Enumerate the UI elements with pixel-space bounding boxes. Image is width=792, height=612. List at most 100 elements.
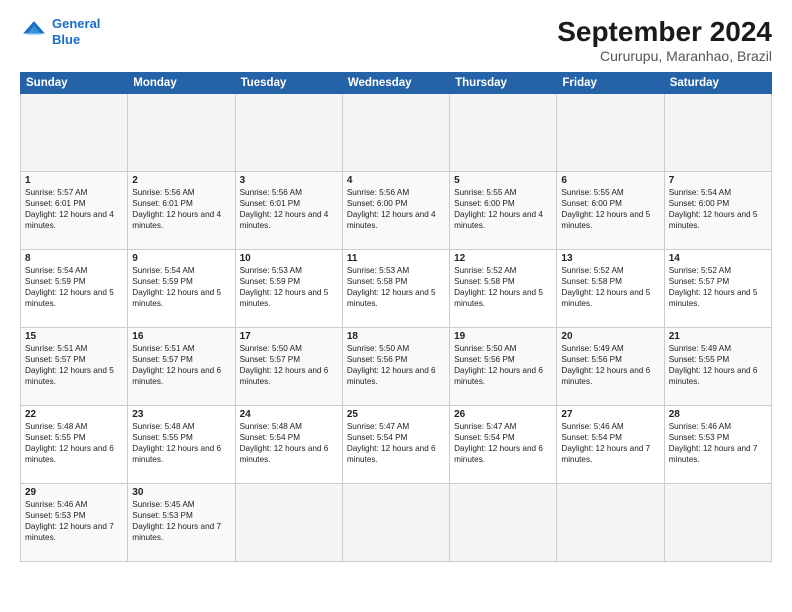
week-row-4: 22Sunrise: 5:48 AMSunset: 5:55 PMDayligh… xyxy=(21,406,772,484)
cell-details: Sunrise: 5:51 AMSunset: 5:57 PMDaylight:… xyxy=(132,343,230,387)
day-number: 15 xyxy=(25,331,123,342)
calendar-cell: 12Sunrise: 5:52 AMSunset: 5:58 PMDayligh… xyxy=(450,250,557,328)
calendar-cell: 24Sunrise: 5:48 AMSunset: 5:54 PMDayligh… xyxy=(235,406,342,484)
calendar-cell: 17Sunrise: 5:50 AMSunset: 5:57 PMDayligh… xyxy=(235,328,342,406)
cell-details: Sunrise: 5:52 AMSunset: 5:57 PMDaylight:… xyxy=(669,265,767,309)
cell-details: Sunrise: 5:55 AMSunset: 6:00 PMDaylight:… xyxy=(561,187,659,231)
day-number: 1 xyxy=(25,175,123,186)
month-title: September 2024 xyxy=(557,16,772,48)
logo-text: General Blue xyxy=(52,16,100,47)
calendar-cell: 23Sunrise: 5:48 AMSunset: 5:55 PMDayligh… xyxy=(128,406,235,484)
calendar-table: SundayMondayTuesdayWednesdayThursdayFrid… xyxy=(20,72,772,562)
day-number: 19 xyxy=(454,331,552,342)
calendar-cell: 19Sunrise: 5:50 AMSunset: 5:56 PMDayligh… xyxy=(450,328,557,406)
cell-details: Sunrise: 5:49 AMSunset: 5:55 PMDaylight:… xyxy=(669,343,767,387)
day-number: 8 xyxy=(25,253,123,264)
cell-details: Sunrise: 5:54 AMSunset: 5:59 PMDaylight:… xyxy=(25,265,123,309)
calendar-cell: 21Sunrise: 5:49 AMSunset: 5:55 PMDayligh… xyxy=(664,328,771,406)
page: General Blue September 2024 Cururupu, Ma… xyxy=(0,0,792,612)
calendar-cell xyxy=(450,94,557,172)
calendar-cell: 1Sunrise: 5:57 AMSunset: 6:01 PMDaylight… xyxy=(21,172,128,250)
calendar-cell xyxy=(21,94,128,172)
calendar-cell: 15Sunrise: 5:51 AMSunset: 5:57 PMDayligh… xyxy=(21,328,128,406)
day-number: 26 xyxy=(454,409,552,420)
cell-details: Sunrise: 5:46 AMSunset: 5:54 PMDaylight:… xyxy=(561,421,659,465)
header-thursday: Thursday xyxy=(450,73,557,94)
header-tuesday: Tuesday xyxy=(235,73,342,94)
day-number: 6 xyxy=(561,175,659,186)
logo-line2: Blue xyxy=(52,32,80,47)
day-number: 14 xyxy=(669,253,767,264)
calendar-cell xyxy=(342,484,449,562)
cell-details: Sunrise: 5:46 AMSunset: 5:53 PMDaylight:… xyxy=(25,499,123,543)
cell-details: Sunrise: 5:50 AMSunset: 5:56 PMDaylight:… xyxy=(454,343,552,387)
calendar-cell: 29Sunrise: 5:46 AMSunset: 5:53 PMDayligh… xyxy=(21,484,128,562)
cell-details: Sunrise: 5:53 AMSunset: 5:59 PMDaylight:… xyxy=(240,265,338,309)
day-number: 27 xyxy=(561,409,659,420)
day-number: 18 xyxy=(347,331,445,342)
calendar-cell: 26Sunrise: 5:47 AMSunset: 5:54 PMDayligh… xyxy=(450,406,557,484)
calendar-cell: 11Sunrise: 5:53 AMSunset: 5:58 PMDayligh… xyxy=(342,250,449,328)
day-number: 7 xyxy=(669,175,767,186)
week-row-1: 1Sunrise: 5:57 AMSunset: 6:01 PMDaylight… xyxy=(21,172,772,250)
week-row-2: 8Sunrise: 5:54 AMSunset: 5:59 PMDaylight… xyxy=(21,250,772,328)
calendar-cell xyxy=(557,94,664,172)
calendar-cell xyxy=(342,94,449,172)
day-number: 16 xyxy=(132,331,230,342)
header: General Blue September 2024 Cururupu, Ma… xyxy=(20,16,772,64)
header-wednesday: Wednesday xyxy=(342,73,449,94)
calendar-cell: 20Sunrise: 5:49 AMSunset: 5:56 PMDayligh… xyxy=(557,328,664,406)
calendar-cell: 7Sunrise: 5:54 AMSunset: 6:00 PMDaylight… xyxy=(664,172,771,250)
cell-details: Sunrise: 5:56 AMSunset: 6:01 PMDaylight:… xyxy=(132,187,230,231)
cell-details: Sunrise: 5:45 AMSunset: 5:53 PMDaylight:… xyxy=(132,499,230,543)
calendar-cell: 8Sunrise: 5:54 AMSunset: 5:59 PMDaylight… xyxy=(21,250,128,328)
day-number: 24 xyxy=(240,409,338,420)
day-number: 29 xyxy=(25,487,123,498)
day-number: 5 xyxy=(454,175,552,186)
cell-details: Sunrise: 5:55 AMSunset: 6:00 PMDaylight:… xyxy=(454,187,552,231)
cell-details: Sunrise: 5:57 AMSunset: 6:01 PMDaylight:… xyxy=(25,187,123,231)
cell-details: Sunrise: 5:47 AMSunset: 5:54 PMDaylight:… xyxy=(347,421,445,465)
calendar-cell: 13Sunrise: 5:52 AMSunset: 5:58 PMDayligh… xyxy=(557,250,664,328)
calendar-cell: 27Sunrise: 5:46 AMSunset: 5:54 PMDayligh… xyxy=(557,406,664,484)
week-row-5: 29Sunrise: 5:46 AMSunset: 5:53 PMDayligh… xyxy=(21,484,772,562)
day-number: 30 xyxy=(132,487,230,498)
title-block: September 2024 Cururupu, Maranhao, Brazi… xyxy=(557,16,772,64)
cell-details: Sunrise: 5:47 AMSunset: 5:54 PMDaylight:… xyxy=(454,421,552,465)
calendar-cell: 14Sunrise: 5:52 AMSunset: 5:57 PMDayligh… xyxy=(664,250,771,328)
day-number: 23 xyxy=(132,409,230,420)
calendar-cell: 2Sunrise: 5:56 AMSunset: 6:01 PMDaylight… xyxy=(128,172,235,250)
day-number: 17 xyxy=(240,331,338,342)
header-monday: Monday xyxy=(128,73,235,94)
calendar-cell: 28Sunrise: 5:46 AMSunset: 5:53 PMDayligh… xyxy=(664,406,771,484)
header-sunday: Sunday xyxy=(21,73,128,94)
calendar-cell: 16Sunrise: 5:51 AMSunset: 5:57 PMDayligh… xyxy=(128,328,235,406)
cell-details: Sunrise: 5:51 AMSunset: 5:57 PMDaylight:… xyxy=(25,343,123,387)
logo: General Blue xyxy=(20,16,100,47)
subtitle: Cururupu, Maranhao, Brazil xyxy=(557,48,772,64)
cell-details: Sunrise: 5:56 AMSunset: 6:00 PMDaylight:… xyxy=(347,187,445,231)
calendar-cell: 10Sunrise: 5:53 AMSunset: 5:59 PMDayligh… xyxy=(235,250,342,328)
day-number: 9 xyxy=(132,253,230,264)
header-friday: Friday xyxy=(557,73,664,94)
day-number: 4 xyxy=(347,175,445,186)
day-number: 22 xyxy=(25,409,123,420)
cell-details: Sunrise: 5:50 AMSunset: 5:57 PMDaylight:… xyxy=(240,343,338,387)
day-number: 10 xyxy=(240,253,338,264)
calendar-cell xyxy=(128,94,235,172)
calendar-cell: 9Sunrise: 5:54 AMSunset: 5:59 PMDaylight… xyxy=(128,250,235,328)
header-saturday: Saturday xyxy=(664,73,771,94)
day-number: 25 xyxy=(347,409,445,420)
calendar-cell: 5Sunrise: 5:55 AMSunset: 6:00 PMDaylight… xyxy=(450,172,557,250)
cell-details: Sunrise: 5:46 AMSunset: 5:53 PMDaylight:… xyxy=(669,421,767,465)
week-row-0 xyxy=(21,94,772,172)
calendar-cell xyxy=(235,94,342,172)
cell-details: Sunrise: 5:54 AMSunset: 5:59 PMDaylight:… xyxy=(132,265,230,309)
day-number: 21 xyxy=(669,331,767,342)
calendar-cell: 30Sunrise: 5:45 AMSunset: 5:53 PMDayligh… xyxy=(128,484,235,562)
day-number: 20 xyxy=(561,331,659,342)
cell-details: Sunrise: 5:50 AMSunset: 5:56 PMDaylight:… xyxy=(347,343,445,387)
day-number: 11 xyxy=(347,253,445,264)
calendar-cell xyxy=(450,484,557,562)
cell-details: Sunrise: 5:56 AMSunset: 6:01 PMDaylight:… xyxy=(240,187,338,231)
